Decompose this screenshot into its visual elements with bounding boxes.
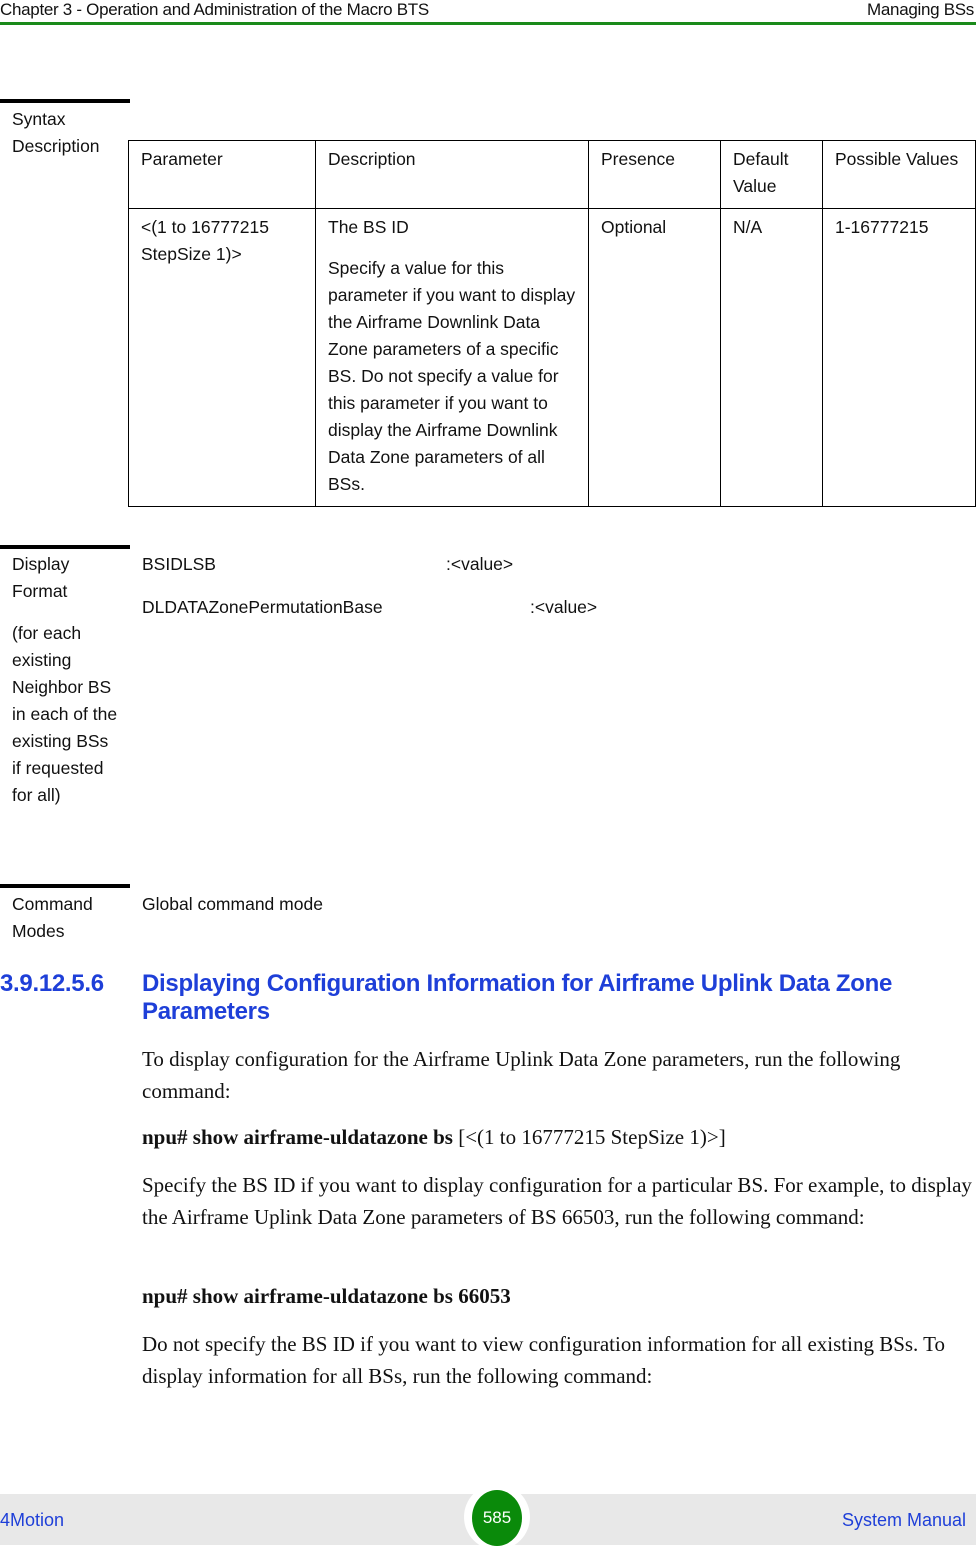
cell-parameter: <(1 to 16777215 StepSize 1)> [128, 208, 316, 507]
syntax-description-label: Syntax Description [12, 109, 100, 156]
example-command: npu# show airframe-uldatazone bs 66053 [142, 1284, 511, 1308]
all-bss-paragraph: Do not specify the BS ID if you want to … [142, 1332, 946, 1388]
col-header-description: Description [315, 140, 589, 209]
display-format-label: Display Format (for each existing Neighb… [12, 551, 120, 809]
syntax-table: Parameter Description Presence Default V… [128, 140, 976, 507]
specify-paragraph: Specify the BS ID if you want to display… [142, 1173, 972, 1229]
display-line-bsidlsb: BSIDLSB :<value> [142, 551, 513, 578]
manual-name: System Manual [841, 1510, 966, 1530]
intro-paragraph: To display configuration for the Airfram… [142, 1047, 901, 1103]
cell-possible-values: 1-16777215 [822, 208, 976, 507]
field-name: DLDATAZonePermutationBase [142, 597, 383, 617]
field-value: :<value> [530, 597, 598, 617]
description-title: The BS ID [328, 217, 409, 237]
page-header: Chapter 3 - Operation and Administration… [0, 0, 976, 25]
divider-syntax [0, 99, 130, 103]
col-header-presence: Presence [588, 140, 721, 209]
divider-display-format [0, 545, 130, 549]
command-modes-label: Command Modes [12, 894, 93, 941]
command-modes-value: Global command mode [142, 894, 323, 914]
page-number-badge: 585 [472, 1490, 522, 1546]
cell-default-value: N/A [720, 208, 823, 507]
cell-presence: Optional [588, 208, 721, 507]
command-syntax: npu# show airframe-uldatazone bs [<(1 to… [142, 1122, 972, 1154]
field-value: :<value> [446, 554, 514, 574]
product-name: 4Motion [0, 1510, 65, 1530]
section-title-text: Displaying Configuration Information for… [142, 970, 893, 1025]
command-bold: npu# show airframe-uldatazone bs [142, 1125, 453, 1149]
col-header-parameter: Parameter [128, 140, 316, 209]
table-header-row: Parameter Description Presence Default V… [128, 140, 976, 209]
field-name: BSIDLSB [142, 554, 216, 574]
cell-description: The BS ID Specify a value for this param… [315, 208, 589, 507]
display-line-dldatazonepermutationbase: DLDATAZonePermutationBase :<value> [142, 594, 597, 621]
section-number: 3.9.12.5.6 [0, 970, 104, 997]
table-row: <(1 to 16777215 StepSize 1)> The BS ID S… [128, 208, 976, 507]
col-header-possible-values: Possible Values [822, 140, 976, 209]
chapter-title: Chapter 3 - Operation and Administration… [0, 0, 429, 19]
command-args: [<(1 to 16777215 StepSize 1)>] [452, 1125, 726, 1149]
display-format-note: (for each existing Neighbor BS in each o… [12, 623, 118, 805]
page-footer: 4Motion 585 System Manual [0, 1484, 976, 1550]
col-header-default-value: Default Value [720, 140, 823, 209]
description-body: Specify a value for this parameter if yo… [328, 258, 576, 494]
divider-command-modes [0, 884, 130, 888]
section-title: Managing BSs [867, 0, 974, 19]
